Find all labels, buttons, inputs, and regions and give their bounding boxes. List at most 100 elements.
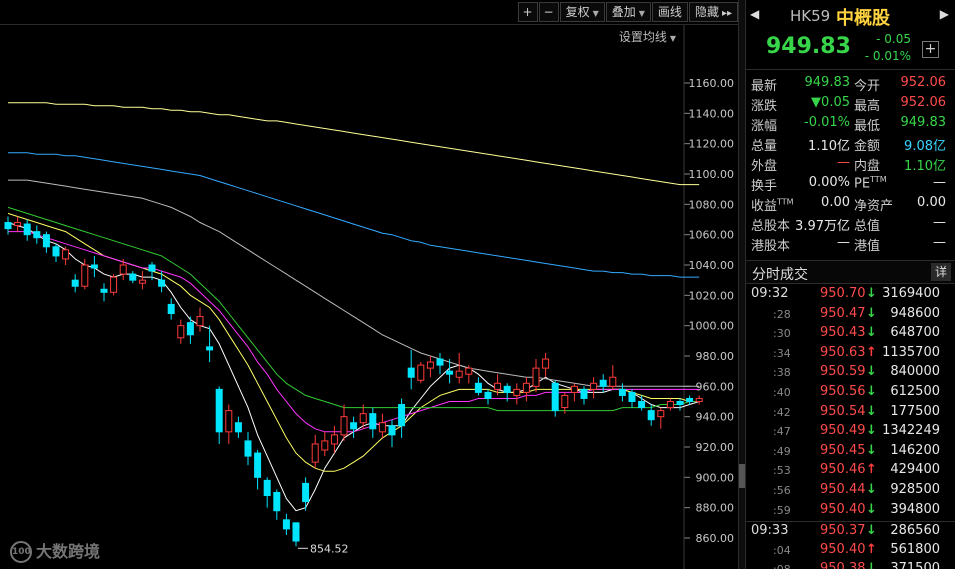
axis-tick-label: 1080.00 — [689, 198, 735, 211]
axis-tick-label: 1000.00 — [689, 320, 735, 333]
ttm-label: TTM — [777, 197, 794, 207]
candle-down — [206, 346, 214, 351]
quote-value: — — [837, 155, 850, 170]
adjust-dropdown[interactable]: 复权 ▼ — [559, 2, 605, 22]
axis-tick-label: 880.00 — [696, 502, 735, 515]
quote-row: 港股本 — 港值 — — [746, 233, 955, 254]
quote-label: 今开 — [854, 79, 881, 94]
quote-row: 最新 949.83 今开 952.06 — [746, 73, 955, 94]
detail-button[interactable]: 详 — [931, 263, 951, 281]
candle-down — [686, 397, 694, 403]
candle-up — [455, 370, 463, 378]
arrow-up-icon: ↑ — [866, 541, 877, 557]
tick-row: :59 950.40 ↓ 394800 — [746, 501, 955, 521]
arrow-down-icon: ↓ — [866, 501, 877, 517]
candle-up — [657, 410, 665, 418]
quote-value: — — [933, 215, 946, 230]
candle-up — [513, 388, 521, 396]
tick-price: 950.59 — [820, 364, 866, 380]
candle-up — [14, 222, 22, 227]
quote-label: 最低 — [854, 119, 881, 134]
tick-price: 950.70 — [820, 286, 866, 301]
quote-label: 港值 — [854, 239, 881, 254]
tick-volume: 648700 — [890, 325, 940, 341]
tick-price: 950.56 — [820, 383, 866, 399]
candle-down — [292, 522, 300, 542]
quote-label: 涨幅 — [751, 119, 778, 134]
candle-up — [81, 264, 89, 287]
add-watchlist-button[interactable]: + — [922, 41, 939, 58]
hide-button[interactable]: 隐藏 ▸▸ — [688, 2, 738, 22]
chevron-down-icon: ▼ — [592, 9, 599, 18]
tick-time: :49 — [773, 444, 791, 458]
tick-volume: 1342249 — [882, 423, 940, 439]
kline-chart-area[interactable]: 1160.00 1140.00 1120.00 1100.00 1080.00 1060.… — [0, 0, 738, 569]
quote-value: 9.08亿 — [904, 139, 946, 154]
axis-tick-label: 1020.00 — [689, 289, 735, 302]
candle-up — [561, 394, 569, 409]
plot-top-border — [0, 24, 738, 25]
arrow-down-icon: ↓ — [866, 523, 877, 539]
quote-label: 净资产 — [854, 199, 894, 214]
arrow-down-icon: ↓ — [866, 383, 877, 399]
tick-volume: 146200 — [890, 442, 940, 458]
ticks-list[interactable]: 09:32 950.70 ↓ 3169400:28 950.47 ↓ 948600:30 95… — [746, 285, 955, 569]
ticks-header: 分时成交 详 — [746, 260, 955, 284]
candle-up — [321, 440, 329, 451]
axis-tick-label: 1140.00 — [689, 107, 735, 120]
draw-line-button[interactable]: 画线 — [651, 2, 688, 22]
quote-row: 总股本 3.97万亿 总值 — — [746, 213, 955, 234]
quote-value: -0.01% — [804, 115, 850, 130]
tick-row: :40 950.56 ↓ 612500 — [746, 383, 955, 403]
candle-down — [551, 382, 559, 412]
next-stock-icon[interactable]: ▶ — [940, 7, 949, 21]
watermark-logo: 100 — [10, 541, 32, 563]
candle-down — [33, 231, 41, 239]
candle-down — [503, 385, 511, 393]
splitter-handle[interactable] — [739, 464, 745, 488]
kline-chart[interactable]: 1160.00 1140.00 1120.00 1100.00 1080.00 1060.… — [0, 0, 738, 569]
zoom-in-button[interactable]: + — [517, 2, 538, 22]
arrow-down-icon: ↓ — [866, 364, 877, 380]
tick-row: 09:33 950.37 ↓ 286560 — [746, 521, 955, 541]
candle-down — [4, 222, 12, 230]
candle-up — [378, 422, 386, 433]
arrow-up-icon: ↑ — [866, 462, 877, 478]
axis-tick-label: 1060.00 — [689, 229, 735, 242]
candle-up — [311, 443, 319, 463]
candle-down — [90, 264, 98, 269]
tick-volume: 371500 — [890, 561, 940, 569]
candle-up — [119, 264, 127, 275]
ma-settings-dropdown[interactable]: 设置均线 ▼ — [619, 28, 676, 45]
quote-value: 0.00 — [917, 195, 946, 210]
tick-time: 09:32 — [751, 286, 789, 301]
zoom-out-button[interactable]: − — [538, 2, 559, 22]
tick-price: 950.43 — [820, 325, 866, 341]
tick-time: :30 — [773, 327, 791, 341]
change-abs: - 0.05 — [876, 32, 911, 46]
candle-down — [474, 382, 482, 393]
candle-down — [302, 482, 310, 503]
candle-up — [330, 434, 338, 445]
chart-toolbar: + − 复权 ▼ 叠加 ▼ 画线 隐藏 ▸▸ — [517, 2, 738, 22]
quote-table: 最新 949.83 今开 952.06 涨跌 ▼0.05 最高 952.06 涨幅 -0.01% 最… — [746, 73, 955, 254]
quote-label: 总量 — [751, 139, 778, 154]
candle-down — [388, 425, 396, 436]
tick-volume: 612500 — [890, 383, 940, 399]
prev-stock-icon[interactable]: ◀ — [750, 7, 759, 21]
axis-tick-label: 940.00 — [696, 411, 735, 424]
overlay-dropdown[interactable]: 叠加 ▼ — [605, 2, 651, 22]
tick-price: 950.45 — [820, 442, 866, 458]
panel-splitter[interactable] — [738, 0, 746, 569]
quote-panel: ◀ HK59 中概股 ▶ 949.83 - 0.05 - 0.01% + 最新 9… — [746, 0, 955, 569]
quote-label: 涨跌 — [751, 99, 778, 114]
tick-price: 950.37 — [820, 523, 866, 539]
quote-label: 最高 — [854, 99, 881, 114]
tick-row: :08 950.38↓ 371500 — [746, 560, 955, 569]
arrow-up-icon: ↑ — [866, 344, 877, 360]
candle-up — [417, 364, 425, 381]
candle-up — [196, 316, 204, 327]
tick-price: 950.40 — [820, 541, 866, 557]
tick-price: 950.44 — [820, 481, 866, 497]
arrow-down-icon: ↓ — [866, 403, 877, 419]
